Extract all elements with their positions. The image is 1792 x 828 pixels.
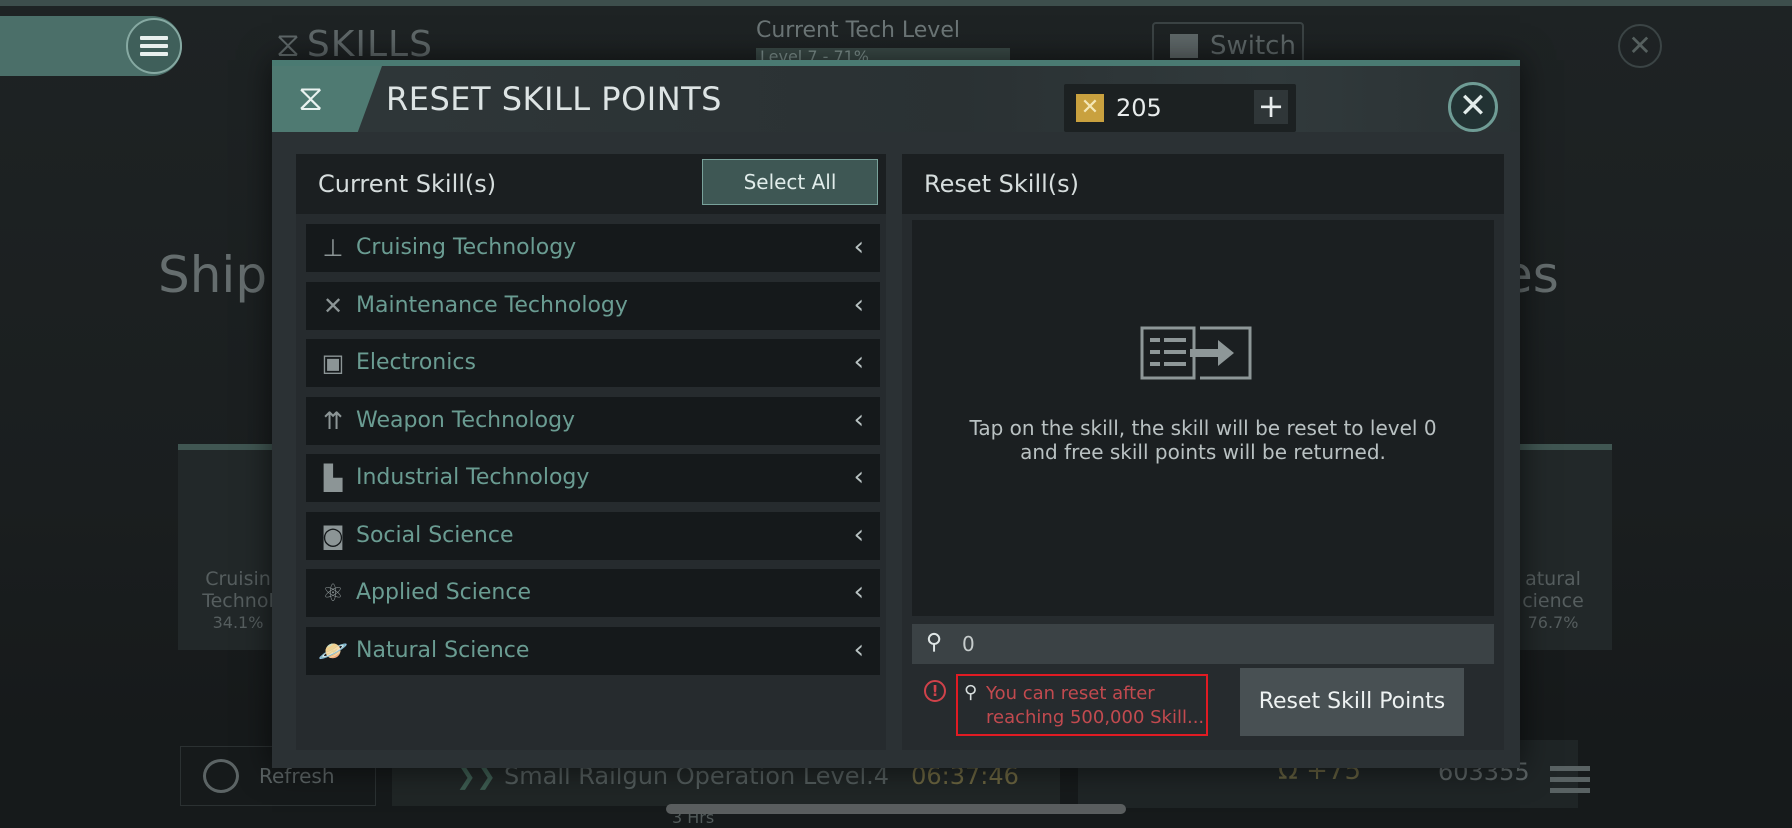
menu-icon <box>140 32 168 60</box>
add-currency-button[interactable]: + <box>1254 90 1288 124</box>
reset-skill-points-button[interactable]: Reset Skill Points <box>1240 668 1464 736</box>
currency-amount: 205 <box>1116 94 1162 122</box>
skill-row-cruising[interactable]: ⊥ Cruising Technology ‹ <box>306 224 880 272</box>
hint-line2: and free skill points will be returned. <box>1020 440 1386 464</box>
skill-label: Electronics <box>356 350 476 375</box>
currency-display: ✕ 205 + <box>1064 84 1296 132</box>
menu-button[interactable] <box>126 18 182 74</box>
planet-icon: 🪐 <box>318 636 348 665</box>
close-button[interactable]: ✕ <box>1448 82 1498 132</box>
background-title-text: SKILLS <box>306 24 433 65</box>
chevron-left-icon: ‹ <box>853 519 864 550</box>
cruising-icon: ⊥ <box>322 234 344 262</box>
skill-label: Cruising Technology <box>356 235 577 260</box>
skill-row-social[interactable]: ◙ Social Science ‹ <box>306 511 880 560</box>
chevron-left-icon: ‹ <box>853 462 864 492</box>
skill-label: Applied Science <box>356 580 531 605</box>
skill-row-maintenance[interactable]: ✕ Maintenance Technology ‹ <box>306 281 880 330</box>
transfer-list-icon <box>1140 326 1252 380</box>
skill-point-icon: ⚲ <box>964 682 978 703</box>
reset-skill-points-dialog: ⧖ RESET SKILL POINTS ✕ 205 + ✕ Current S… <box>272 60 1520 768</box>
background-top-line <box>0 0 1792 6</box>
chevron-left-icon: ‹ <box>853 289 864 320</box>
skill-label: Maintenance Technology <box>356 292 628 318</box>
background-title: ⧖ SKILLS <box>276 24 433 65</box>
chevron-left-icon: ‹ <box>853 577 864 607</box>
returned-points-bar: ⚲ 0 <box>912 624 1494 664</box>
dna-icon: ⧖ <box>276 25 301 65</box>
skill-row-electronics[interactable]: ▣ Electronics ‹ <box>306 339 880 387</box>
currency-coin-icon: ✕ <box>1076 94 1104 122</box>
background-left-heading: Ship <box>158 246 268 304</box>
home-indicator <box>666 804 1126 814</box>
chevron-left-icon: ‹ <box>853 232 864 262</box>
warning-icon: ! <box>924 680 946 702</box>
reset-warning: ⚲ You can reset after reaching 500,000 S… <box>956 674 1208 736</box>
skill-label: Weapon Technology <box>356 407 576 433</box>
dna-icon: ⧖ <box>298 78 324 119</box>
chevron-left-icon: ‹ <box>853 347 864 377</box>
skill-point-icon: ⚲ <box>926 630 943 655</box>
tech-level-label: Current Tech Level <box>756 18 960 43</box>
reset-skills-panel: Reset Skill(s) Tap on the skill, the ski… <box>902 154 1504 750</box>
current-skills-header: Current Skill(s) Select All <box>296 154 886 214</box>
missile-icon: ⇈ <box>322 406 344 435</box>
chip-icon: ▣ <box>321 349 345 377</box>
chevron-left-icon: ‹ <box>853 404 864 435</box>
skill-label: Industrial Technology <box>356 465 590 490</box>
reset-skills-header: Reset Skill(s) <box>902 154 1504 214</box>
returned-points-value: 0 <box>962 632 975 656</box>
chevron-left-icon: ‹ <box>853 634 864 665</box>
dialog-title: RESET SKILL POINTS <box>386 80 722 118</box>
list-icon[interactable] <box>1550 760 1590 799</box>
skill-label: Natural Science <box>356 637 530 663</box>
dialog-icon-box: ⧖ <box>272 66 382 132</box>
current-skills-panel: Current Skill(s) Select All ⊥ Cruising T… <box>296 154 886 750</box>
reset-drop-area: Tap on the skill, the skill will be rese… <box>912 220 1494 616</box>
skill-row-industrial[interactable]: ▙ Industrial Technology ‹ <box>306 454 880 502</box>
skill-row-natural[interactable]: 🪐 Natural Science ‹ <box>306 626 880 675</box>
select-all-button[interactable]: Select All <box>702 159 878 205</box>
skill-list: ⊥ Cruising Technology ‹ ✕ Maintenance Te… <box>306 224 880 684</box>
skill-row-weapon[interactable]: ⇈ Weapon Technology ‹ <box>306 396 880 445</box>
dialog-header: ⧖ RESET SKILL POINTS ✕ 205 + ✕ <box>272 66 1520 132</box>
warning-line1: You can reset after <box>986 683 1155 704</box>
skill-label: Social Science <box>356 522 514 548</box>
social-icon: ◙ <box>321 521 345 550</box>
skill-row-applied[interactable]: ⚛ Applied Science ‹ <box>306 569 880 617</box>
background-close-icon[interactable]: ✕ <box>1618 24 1662 68</box>
atom-icon: ⚛ <box>322 579 344 607</box>
hint-line1: Tap on the skill, the skill will be rese… <box>969 416 1437 440</box>
current-skills-title: Current Skill(s) <box>318 170 497 198</box>
warning-line2: reaching 500,000 Skill... <box>986 707 1205 728</box>
reset-hint: Tap on the skill, the skill will be rese… <box>912 416 1494 464</box>
factory-icon: ▙ <box>323 464 343 492</box>
tools-icon: ✕ <box>322 291 344 320</box>
